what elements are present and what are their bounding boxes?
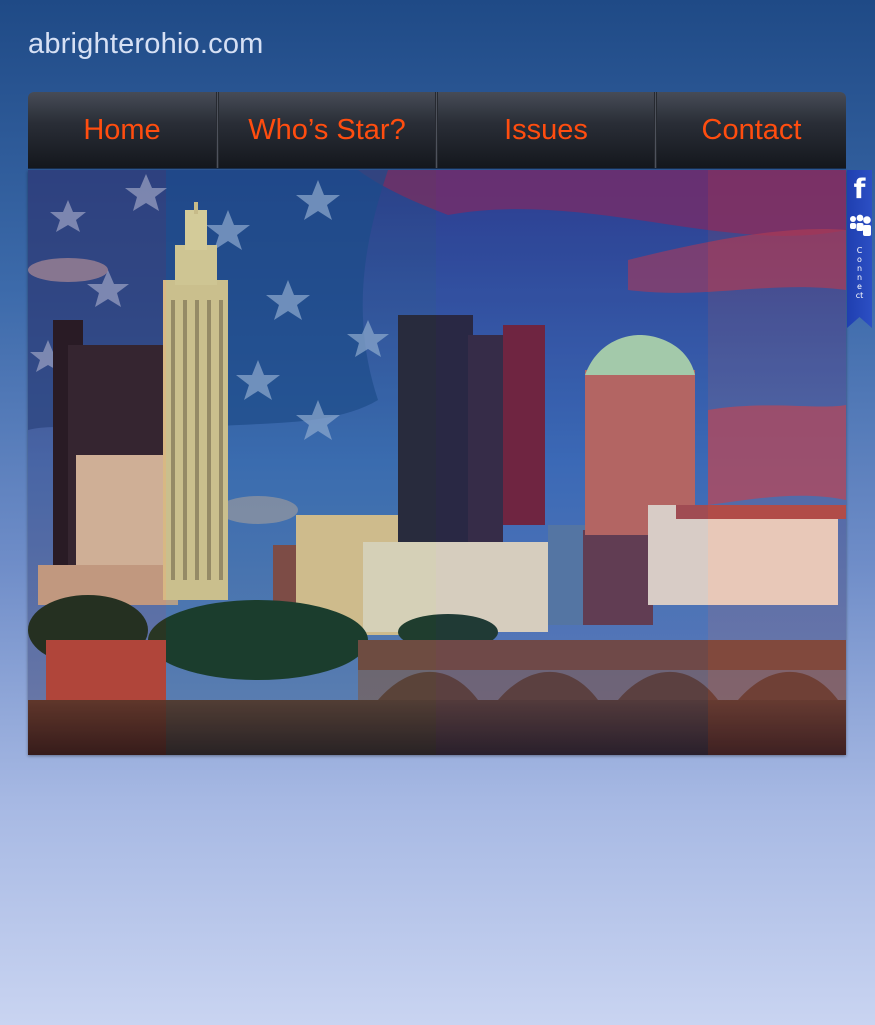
social-connect-tab[interactable]: f Connect — [847, 170, 872, 328]
connect-label: Connect — [855, 246, 864, 300]
nav-home[interactable]: Home — [28, 92, 216, 168]
hero-skyline-image — [28, 170, 846, 755]
site-title: abrighterohio.com — [28, 28, 264, 60]
nav-contact[interactable]: Contact — [657, 92, 846, 168]
main-nav: Home Who’s Star? Issues Contact — [28, 92, 846, 168]
myspace-icon[interactable] — [848, 214, 871, 238]
skyline-flag-illustration — [28, 170, 846, 755]
nav-issues[interactable]: Issues — [438, 92, 654, 168]
nav-whos-star[interactable]: Who’s Star? — [219, 92, 435, 168]
facebook-icon[interactable]: f — [851, 174, 868, 206]
